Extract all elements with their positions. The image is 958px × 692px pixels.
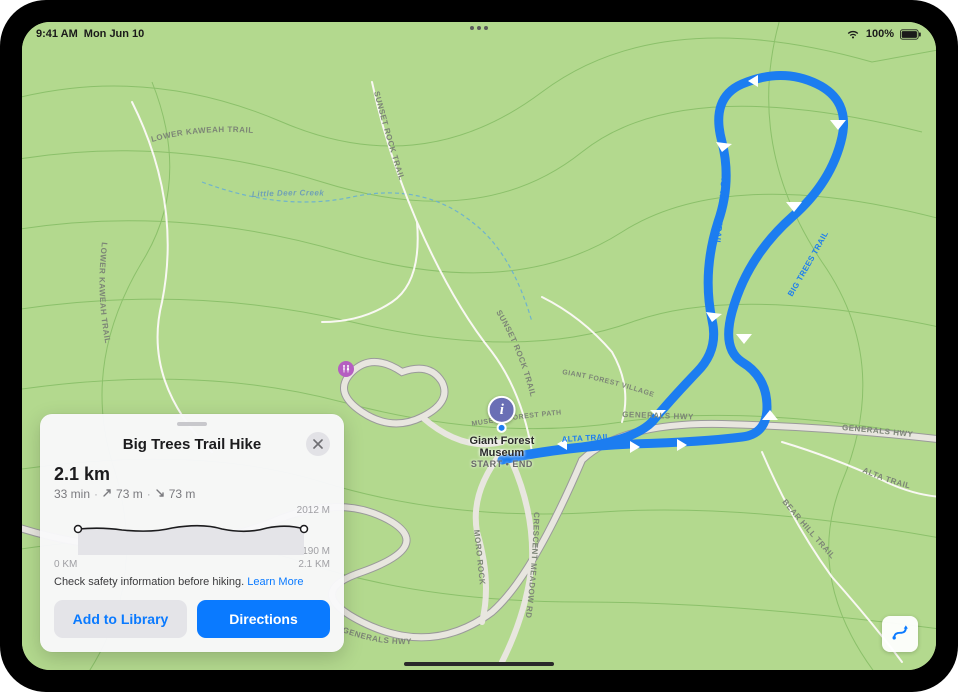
screen: 9:41 AM Mon Jun 10 100% bbox=[22, 22, 936, 670]
elevation-chart: 2012 M 1190 M bbox=[54, 507, 330, 555]
status-date: Mon Jun 10 bbox=[84, 28, 145, 40]
poi-giant-forest-museum[interactable]: i Giant ForestMuseum START • END bbox=[469, 396, 534, 469]
status-time: 9:41 AM bbox=[36, 28, 78, 40]
elevation-up: 73 m bbox=[116, 487, 143, 501]
card-title: Big Trees Trail Hike bbox=[78, 436, 306, 453]
duration: 33 min bbox=[54, 487, 90, 501]
poi-subtitle: START • END bbox=[471, 459, 533, 469]
route-start-end-dot bbox=[497, 423, 507, 433]
elevation-down-icon bbox=[155, 487, 165, 501]
poi-title: Giant ForestMuseum bbox=[469, 435, 534, 459]
wifi-icon bbox=[846, 29, 860, 40]
info-icon: i bbox=[488, 396, 516, 424]
restroom-icon[interactable] bbox=[338, 361, 354, 377]
close-button[interactable] bbox=[306, 432, 330, 456]
trail-meta: 33 min · 73 m · 73 m bbox=[54, 487, 330, 501]
directions-button[interactable]: Directions bbox=[197, 600, 330, 638]
battery-icon bbox=[900, 29, 922, 40]
map-route-mode-button[interactable] bbox=[882, 616, 918, 652]
ipad-device-frame: 9:41 AM Mon Jun 10 100% bbox=[0, 0, 958, 692]
battery-percent: 100% bbox=[866, 28, 894, 40]
route-icon bbox=[890, 622, 910, 647]
add-to-library-button[interactable]: Add to Library bbox=[54, 600, 187, 638]
safety-notice: Check safety information before hiking. … bbox=[54, 576, 330, 588]
learn-more-link[interactable]: Learn More bbox=[247, 576, 303, 588]
km-axis: 0 KM2.1 KM bbox=[54, 559, 330, 570]
trail-distance: 2.1 km bbox=[54, 464, 330, 485]
trail-info-card: Big Trees Trail Hike 2.1 km 33 min · 73 … bbox=[40, 414, 344, 652]
home-indicator[interactable] bbox=[404, 662, 554, 666]
elevation-up-icon bbox=[102, 487, 112, 501]
multitask-dots[interactable] bbox=[470, 26, 488, 30]
elevation-down: 73 m bbox=[169, 487, 196, 501]
card-grabber[interactable] bbox=[177, 422, 207, 426]
